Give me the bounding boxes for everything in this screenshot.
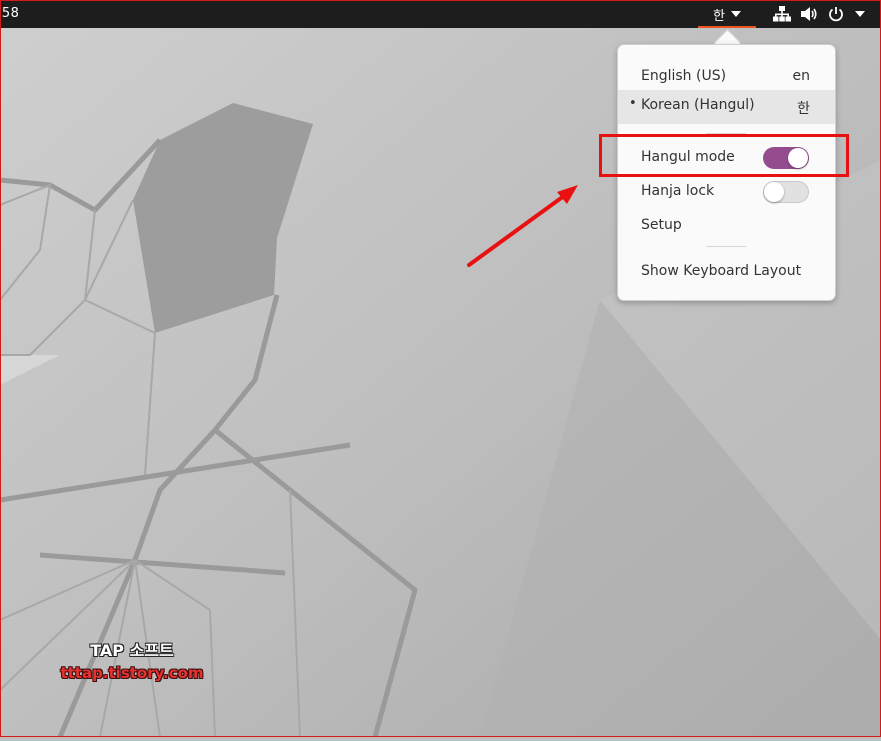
annotation-arrow-icon <box>467 185 578 267</box>
dropdown-arrow-icon <box>730 11 741 17</box>
annotation-highlight-box <box>599 134 849 177</box>
menu-item-label: Setup <box>641 217 682 233</box>
power-icon[interactable] <box>828 6 844 22</box>
volume-icon[interactable] <box>800 6 818 22</box>
watermark: TAP 소프트 tttap.tistory.com <box>52 640 212 684</box>
menu-item-english[interactable]: English (US) en <box>618 61 835 91</box>
menu-item-korean[interactable]: • Korean (Hangul) 한 <box>618 90 835 124</box>
menu-item-label: Show Keyboard Layout <box>641 263 802 279</box>
clock-text[interactable]: :58 <box>0 6 19 21</box>
menu-item-label: Korean (Hangul) <box>641 97 755 113</box>
menu-item-label: English (US) <box>641 68 727 84</box>
system-menu-arrow-icon[interactable] <box>855 11 865 17</box>
toggle-knob <box>764 182 784 202</box>
network-icon[interactable] <box>773 6 791 22</box>
input-source-indicator[interactable]: 한 <box>698 0 756 28</box>
menu-separator <box>706 246 746 247</box>
active-bullet-icon: • <box>629 96 637 111</box>
top-panel: :58 한 <box>0 0 881 28</box>
menu-item-code: 한 <box>797 101 810 117</box>
menu-item-setup[interactable]: Setup <box>618 210 835 240</box>
watermark-url: tttap.tistory.com <box>60 664 204 682</box>
watermark-title: TAP 소프트 <box>90 641 174 660</box>
menu-item-hanja-lock[interactable]: Hanja lock <box>618 176 835 206</box>
hanja-lock-toggle[interactable] <box>763 181 809 203</box>
menu-item-label: Hanja lock <box>641 183 715 199</box>
menu-item-show-keyboard-layout[interactable]: Show Keyboard Layout <box>618 256 835 286</box>
menu-item-code: en <box>792 68 811 84</box>
input-source-label: 한 <box>713 8 725 24</box>
